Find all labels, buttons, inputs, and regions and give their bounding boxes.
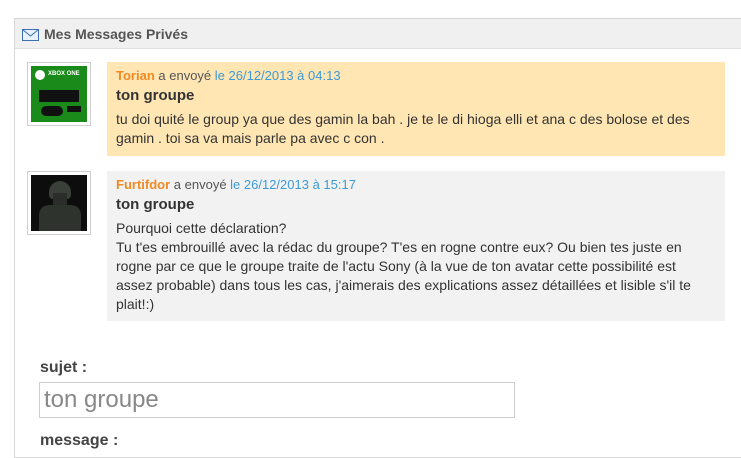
message-label: message : (40, 432, 119, 449)
message-meta: Torian a envoyé le 26/12/2013 à 04:13 (116, 68, 716, 84)
avatar[interactable] (27, 171, 91, 235)
panel-title: Mes Messages Privés (44, 25, 188, 42)
envelope-icon (22, 28, 39, 41)
message-body: tu doi quité le group ya que des gamin l… (116, 111, 690, 146)
panel-header: Mes Messages Privés (15, 19, 741, 49)
xbox-logo-icon (35, 70, 45, 80)
sent-label: a envoyé (173, 177, 227, 192)
author-link[interactable]: Torian (116, 68, 155, 83)
xbox-one-avatar: XBOX ONE (31, 66, 87, 122)
body-shape (39, 205, 81, 231)
date-link[interactable]: le 26/12/2013 à 15:17 (230, 177, 356, 192)
avatar[interactable]: XBOX ONE (27, 62, 91, 126)
message-subject: ton groupe (116, 196, 195, 213)
message-bubble: Furtifdor a envoyé le 26/12/2013 à 15:17… (107, 171, 725, 321)
message-subject: ton groupe (116, 87, 195, 104)
author-link[interactable]: Furtifdor (116, 177, 170, 192)
message-bubble: Torian a envoyé le 26/12/2013 à 04:13 to… (107, 62, 725, 156)
controller-shape (41, 106, 63, 116)
avatar-text: XBOX ONE (48, 71, 80, 77)
date-link[interactable]: le 26/12/2013 à 04:13 (215, 68, 341, 83)
subject-label: sujet : (40, 359, 88, 376)
soldier-avatar (31, 175, 87, 231)
subject-input[interactable] (39, 382, 515, 418)
message-meta: Furtifdor a envoyé le 26/12/2013 à 15:17 (116, 177, 716, 193)
message-body: Pourquoi cette déclaration? Tu t'es embr… (116, 220, 691, 312)
kinect-shape (67, 106, 81, 112)
console-shape (39, 90, 79, 102)
sent-label: a envoyé (158, 68, 212, 83)
